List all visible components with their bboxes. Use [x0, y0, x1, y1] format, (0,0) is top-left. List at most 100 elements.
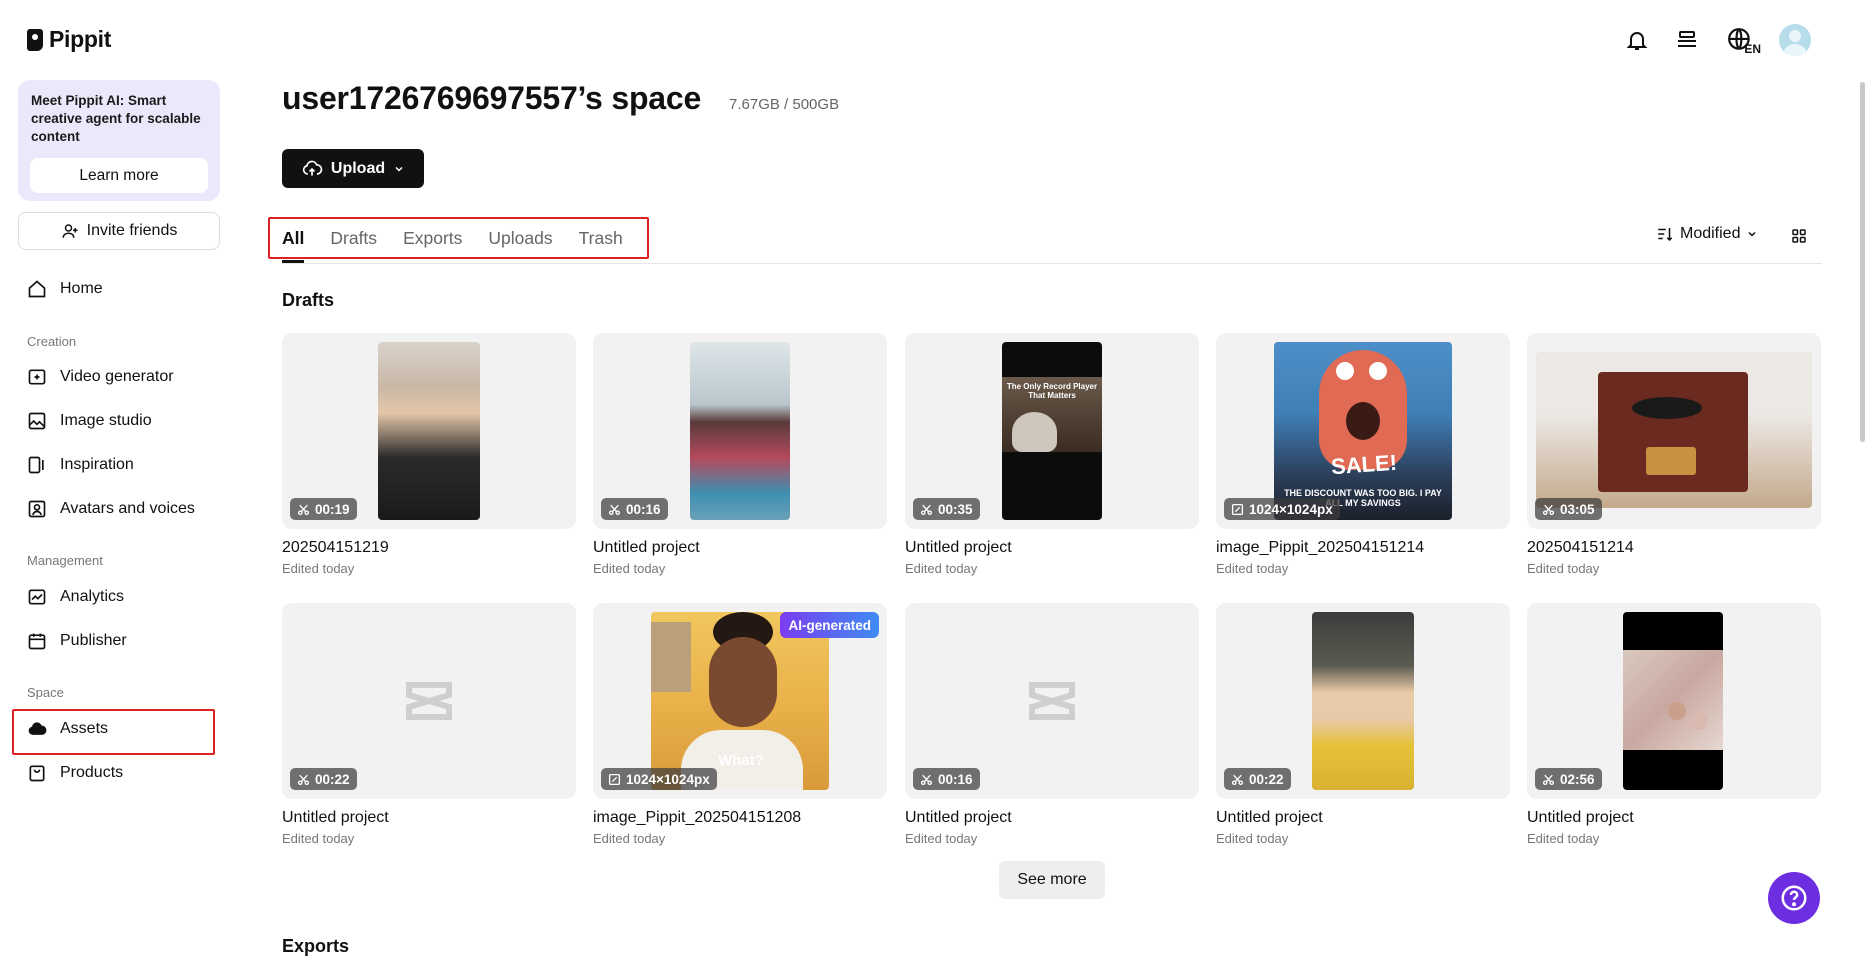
duration-badge: 02:56 [1535, 768, 1602, 790]
cloud-icon [28, 722, 47, 735]
scissors-icon [1542, 504, 1555, 515]
drafts-section-title: Drafts [282, 290, 335, 310]
card-title: image_Pippit_202504151208 [593, 809, 802, 826]
sidebar-item-publisher[interactable]: Publisher [27, 629, 127, 653]
capcut-placeholder-icon [1029, 682, 1075, 720]
sidebar-item-home[interactable]: Home [27, 277, 103, 301]
card-subtitle: Edited today [1527, 561, 1600, 576]
card-title: image_Pippit_202504151214 [1216, 539, 1425, 556]
asset-card[interactable]: 00:22 Untitled project Edited today [1216, 603, 1510, 846]
asset-card[interactable]: 00:16 Untitled project Edited today [905, 603, 1199, 846]
asset-card[interactable]: 02:56 Untitled project Edited today [1527, 603, 1821, 846]
badge-text: 00:16 [938, 771, 973, 787]
invite-friends-button[interactable]: Invite friends [18, 212, 220, 250]
scissors-icon [920, 504, 933, 515]
badge-text: 1024×1024px [1249, 501, 1333, 517]
thumbnail-sale-text: SALE! [1330, 449, 1398, 480]
sort-dropdown[interactable]: Modified [1656, 225, 1758, 243]
invite-friends-label: Invite friends [86, 222, 178, 239]
duration-badge: 00:19 [290, 498, 357, 520]
asset-card[interactable]: The Only Record Player That Matters 00:3… [905, 333, 1199, 576]
card-subtitle: Edited today [282, 561, 355, 576]
sidebar-item-assets[interactable]: Assets [27, 717, 108, 741]
logo-text: Pippit [49, 26, 112, 52]
home-icon [28, 280, 46, 298]
asset-card[interactable]: SALE! THE DISCOUNT WAS TOO BIG. I PAY AL… [1216, 333, 1510, 576]
page-title: user1726769697557’s space [282, 80, 702, 116]
badge-text: 1024×1024px [626, 771, 710, 787]
pippit-logo-icon [27, 28, 43, 51]
avatar-icon [28, 500, 46, 518]
chevron-down-icon [1748, 231, 1757, 237]
sidebar-item-products[interactable]: Products [27, 761, 123, 785]
card-subtitle: Edited today [1216, 561, 1289, 576]
size-badge: 1024×1024px [601, 768, 717, 790]
card-title: Untitled project [282, 809, 389, 826]
upload-button[interactable]: Upload [282, 149, 424, 188]
badge-text: 03:05 [1560, 501, 1595, 517]
duration-badge: 03:05 [1535, 498, 1602, 520]
sidebar-item-label: Inspiration [60, 456, 134, 473]
learn-more-button[interactable]: Learn more [30, 158, 208, 193]
layers-icon[interactable] [1673, 26, 1701, 54]
badge-text: 00:22 [315, 771, 350, 787]
scrollbar[interactable] [1860, 82, 1865, 442]
grid-view-icon[interactable] [1790, 227, 1810, 247]
thumbnail: The Only Record Player That Matters 00:3… [905, 333, 1199, 529]
cloud-upload-icon [302, 160, 323, 176]
badge-text: 00:19 [315, 501, 350, 517]
logo[interactable]: Pippit [27, 26, 111, 53]
sidebar-item-image-studio[interactable]: Image studio [27, 409, 152, 433]
sidebar-item-avatars-and-voices[interactable]: Avatars and voices [27, 497, 195, 521]
asset-card[interactable]: What? AI-generated 1024×1024px image_Pip… [593, 603, 887, 846]
tab-drafts[interactable]: Drafts [330, 228, 377, 249]
duration-badge: 00:16 [601, 498, 668, 520]
add-user-icon [62, 224, 78, 238]
thumbnail: SALE! THE DISCOUNT WAS TOO BIG. I PAY AL… [1216, 333, 1510, 529]
scissors-icon [608, 504, 621, 515]
ai-generated-badge: AI-generated [780, 612, 879, 638]
card-subtitle: Edited today [1527, 831, 1600, 846]
thumbnail: 00:16 [905, 603, 1199, 799]
thumbnail-image [1623, 612, 1723, 790]
exports-section-title: Exports [282, 936, 350, 956]
asset-card[interactable]: 00:22 Untitled project Edited today [282, 603, 576, 846]
bell-icon[interactable] [1623, 26, 1651, 54]
card-subtitle: Edited today [282, 831, 355, 846]
thumbnail-image: SALE! THE DISCOUNT WAS TOO BIG. I PAY AL… [1274, 342, 1452, 520]
duration-badge: 00:35 [913, 498, 980, 520]
thumbnail: 02:56 [1527, 603, 1821, 799]
thumbnail-image [378, 342, 480, 520]
thumbnail-image [1312, 612, 1414, 790]
card-subtitle: Edited today [1216, 831, 1289, 846]
tab-uploads[interactable]: Uploads [488, 228, 552, 249]
sidebar-item-video-generator[interactable]: Video generator [27, 365, 174, 389]
card-title: 202504151219 [282, 539, 389, 556]
badge-text: 00:16 [626, 501, 661, 517]
user-avatar[interactable] [1779, 24, 1811, 56]
tab-trash[interactable]: Trash [579, 228, 623, 249]
thumbnail-image: What? [651, 612, 829, 790]
sidebar-item-analytics[interactable]: Analytics [27, 585, 124, 609]
scissors-icon [297, 504, 310, 515]
help-button[interactable] [1768, 872, 1820, 924]
chevron-down-icon [395, 166, 403, 172]
language-icon[interactable]: EN [1723, 26, 1761, 56]
thumbnail: 03:05 [1527, 333, 1821, 529]
card-title: Untitled project [1527, 809, 1634, 826]
badge-text: 00:22 [1249, 771, 1284, 787]
promo-text: Meet Pippit AI: Smart creative agent for… [31, 93, 201, 144]
sidebar-item-label: Avatars and voices [60, 500, 195, 517]
asset-card[interactable]: 00:19 202504151219 Edited today [282, 333, 576, 576]
sidebar-item-inspiration[interactable]: Inspiration [27, 453, 134, 477]
sidebar-item-label: Analytics [60, 588, 125, 605]
duration-badge: 00:16 [913, 768, 980, 790]
badge-text: 00:35 [938, 501, 973, 517]
tab-all[interactable]: All [282, 228, 304, 249]
sidebar-item-label: Products [60, 764, 124, 781]
see-more-button[interactable]: See more [999, 861, 1105, 899]
tab-exports[interactable]: Exports [403, 228, 462, 249]
asset-card[interactable]: 03:05 202504151214 Edited today [1527, 333, 1821, 576]
inspiration-icon [28, 456, 44, 474]
asset-card[interactable]: 00:16 Untitled project Edited today [593, 333, 887, 576]
